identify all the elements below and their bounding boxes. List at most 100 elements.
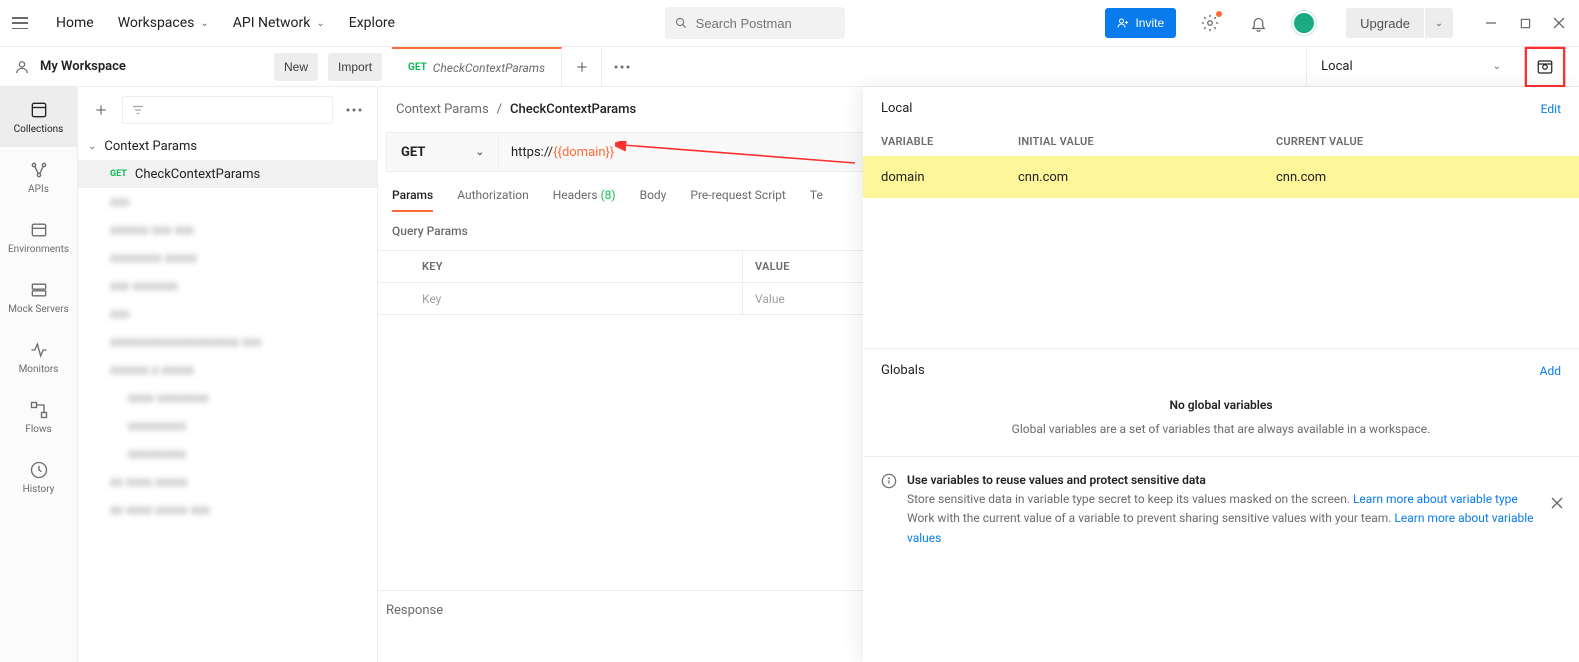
collections-sidebar: ⌄ Context Params GET CheckContextParams …: [78, 87, 378, 662]
workspace-name-label: My Workspace: [40, 59, 126, 74]
maximize-icon: [1520, 18, 1531, 29]
sidebar-new-button[interactable]: [88, 97, 114, 123]
panel-col-current: CURRENT VALUE: [1276, 135, 1561, 148]
hamburger-icon[interactable]: [12, 15, 28, 31]
panel-edit-link[interactable]: Edit: [1541, 102, 1561, 116]
chevron-down-icon: ⌄: [200, 18, 208, 29]
workspace-bar: My Workspace New Import GET CheckContext…: [0, 47, 1579, 87]
tree-request-item[interactable]: GET CheckContextParams: [78, 160, 377, 188]
rail-mock-servers[interactable]: Mock Servers: [0, 267, 77, 327]
tab-authorization[interactable]: Authorization: [457, 188, 529, 212]
tab-label: Headers: [553, 188, 598, 202]
chevron-down-icon: ⌄: [1435, 18, 1443, 29]
import-label: Import: [338, 60, 372, 74]
breadcrumb-parent[interactable]: Context Params: [396, 102, 489, 117]
tab-prerequest[interactable]: Pre-request Script: [690, 188, 785, 212]
panel-tip-text1: Store sensitive data in variable type se…: [907, 492, 1353, 506]
minimize-button[interactable]: [1483, 15, 1499, 31]
panel-globals-body: No global variables Global variables are…: [863, 388, 1579, 456]
tree-item[interactable]: xxx: [78, 188, 377, 216]
breadcrumb-current: CheckContextParams: [510, 102, 636, 117]
upgrade-button[interactable]: Upgrade: [1346, 8, 1424, 38]
environment-selector[interactable]: Local ⌄: [1306, 47, 1515, 87]
tree-item[interactable]: xxx: [78, 300, 377, 328]
rail-collections[interactable]: Collections: [0, 87, 77, 147]
user-avatar[interactable]: [1292, 11, 1316, 35]
nav-api-network[interactable]: API Network⌄: [233, 15, 325, 31]
method-selector[interactable]: GET ⌄: [387, 133, 499, 171]
top-bar: Home Workspaces⌄ API Network⌄ Explore In…: [0, 0, 1579, 47]
rail-label: Flows: [25, 424, 51, 435]
tree-item[interactable]: xxxxxxxxx: [78, 412, 377, 440]
upgrade-dropdown[interactable]: ⌄: [1425, 8, 1453, 38]
panel-var-initial: cnn.com: [1018, 170, 1276, 185]
tree-item[interactable]: xxxx xxxxxxxx: [78, 384, 377, 412]
new-label: New: [284, 60, 308, 74]
sidebar-filter[interactable]: [122, 96, 333, 124]
upgrade-label: Upgrade: [1360, 16, 1410, 31]
response-label: Response: [386, 603, 443, 618]
invite-button[interactable]: Invite: [1105, 8, 1176, 38]
nav-explore[interactable]: Explore: [349, 15, 395, 31]
tab-body[interactable]: Body: [640, 188, 667, 212]
notifications-button[interactable]: [1244, 9, 1272, 37]
tree-item[interactable]: xx xxxx xxxxx: [78, 468, 377, 496]
tab-label: Params: [392, 188, 433, 202]
window-controls: [1483, 15, 1567, 31]
qp-key-placeholder[interactable]: Key: [378, 283, 743, 314]
panel-add-link[interactable]: Add: [1540, 364, 1561, 378]
rail-apis[interactable]: APIs: [0, 147, 77, 207]
tree-item[interactable]: xxxxxx x xxxxx: [78, 356, 377, 384]
tab-params[interactable]: Params: [392, 188, 433, 212]
panel-col-initial: INITIAL VALUE: [1018, 135, 1276, 148]
nav-api-network-label: API Network: [233, 15, 311, 31]
tree-item[interactable]: xx xxxx xxxxx xxx: [78, 496, 377, 524]
workspace-name[interactable]: My Workspace: [14, 59, 264, 75]
tree-item[interactable]: xxxxxxxx xxxxx: [78, 244, 377, 272]
url-prefix: https://: [511, 145, 553, 160]
new-tab-button[interactable]: [562, 47, 602, 86]
rail-flows[interactable]: Flows: [0, 387, 77, 447]
tree-folder[interactable]: ⌄ Context Params: [78, 132, 377, 160]
nav-workspaces[interactable]: Workspaces ⌄: [118, 15, 209, 31]
sidebar-more-button[interactable]: [341, 97, 367, 123]
close-icon: [1553, 17, 1565, 29]
environment-quicklook-button[interactable]: [1525, 47, 1565, 87]
tab-tests[interactable]: Te: [810, 188, 823, 212]
panel-tip-title: Use variables to reuse values and protec…: [907, 471, 1561, 490]
left-rail: Collections APIs Environments Mock Serve…: [0, 87, 78, 662]
settings-button[interactable]: [1196, 9, 1224, 37]
panel-tip-close[interactable]: [1551, 497, 1563, 509]
import-button[interactable]: Import: [328, 53, 382, 81]
new-button[interactable]: New: [274, 53, 318, 81]
global-search[interactable]: [665, 7, 845, 39]
tree-item[interactable]: xxxxxxxxxxxxxxxxxxxx xxx: [78, 328, 377, 356]
rail-history[interactable]: History: [0, 447, 77, 507]
monitors-icon: [29, 340, 49, 360]
qp-key-header: KEY: [378, 251, 743, 282]
tab-overflow-button[interactable]: [602, 47, 642, 86]
nav-home-label: Home: [56, 15, 94, 31]
tree-item[interactable]: xxx xxxxxxx: [78, 272, 377, 300]
tree-item[interactable]: xxxxxx xxx xxx: [78, 216, 377, 244]
tab-headers[interactable]: Headers (8): [553, 188, 616, 212]
close-button[interactable]: [1551, 15, 1567, 31]
method-label: GET: [401, 145, 425, 160]
search-icon: [675, 16, 687, 30]
maximize-button[interactable]: [1517, 15, 1533, 31]
nav-home[interactable]: Home: [56, 15, 94, 31]
rail-label: Monitors: [19, 364, 59, 375]
tab-request[interactable]: GET CheckContextParams: [392, 47, 562, 86]
rail-environments[interactable]: Environments: [0, 207, 77, 267]
tab-label: Authorization: [457, 188, 529, 202]
history-icon: [29, 460, 49, 480]
rail-monitors[interactable]: Monitors: [0, 327, 77, 387]
panel-tip-link1[interactable]: Learn more about variable type: [1353, 492, 1518, 506]
panel-variable-row[interactable]: domain cnn.com cnn.com: [863, 156, 1579, 198]
tab-label: Te: [810, 188, 823, 202]
nav-workspaces-label: Workspaces: [118, 15, 195, 31]
environment-quicklook-panel: Local Edit VARIABLE INITIAL VALUE CURREN…: [863, 87, 1579, 662]
tree-item[interactable]: xxxxxxxxx: [78, 440, 377, 468]
global-search-input[interactable]: [696, 16, 836, 31]
panel-env-name: Local: [881, 101, 912, 116]
